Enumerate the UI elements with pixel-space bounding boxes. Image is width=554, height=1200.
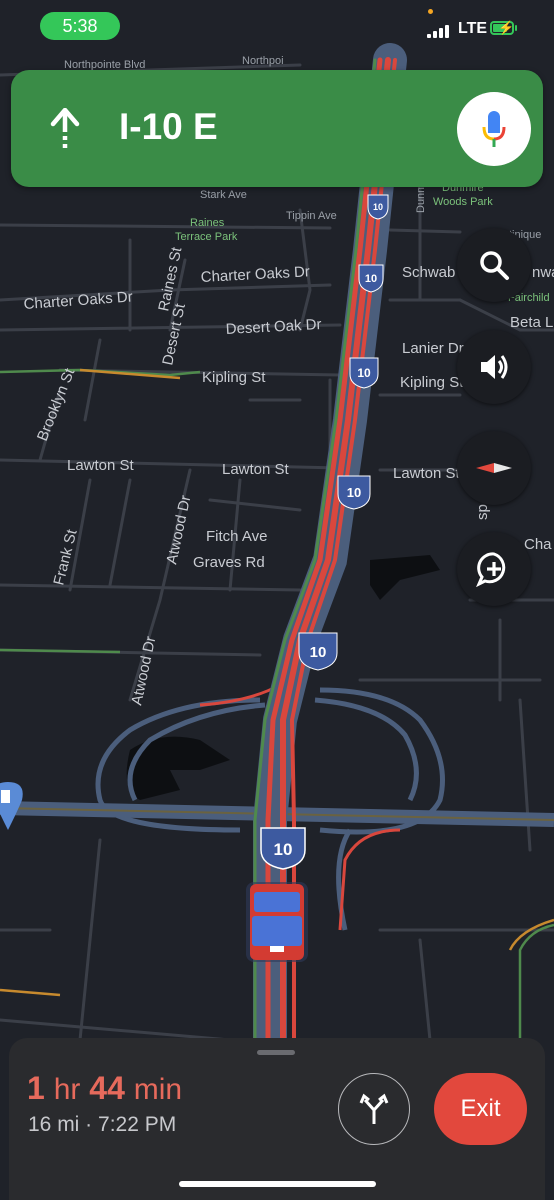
svg-text:Graves Rd: Graves Rd xyxy=(193,554,265,571)
search-button[interactable] xyxy=(457,228,531,302)
svg-text:Northpoi: Northpoi xyxy=(242,55,284,67)
compass-button[interactable] xyxy=(457,431,531,505)
svg-text:sp: sp xyxy=(474,504,491,520)
cellular-signal-icon xyxy=(427,22,453,38)
svg-text:Dunm: Dunm xyxy=(415,184,427,213)
search-icon xyxy=(480,251,509,280)
banner-road-name: I-10 E xyxy=(119,106,218,147)
svg-text:Lanier Dr: Lanier Dr xyxy=(402,340,464,357)
svg-text:Cha: Cha xyxy=(524,536,552,553)
microphone-icon xyxy=(482,111,506,147)
svg-text:Tippin Ave: Tippin Ave xyxy=(286,210,337,222)
trip-duration: 1 hr 44 min xyxy=(27,1070,182,1107)
duration-hours-unit: hr xyxy=(53,1073,81,1106)
battery-charging-icon: ⚡ xyxy=(490,20,514,35)
battery-tip xyxy=(515,25,517,31)
home-indicator[interactable] xyxy=(179,1181,376,1187)
duration-minutes: 44 xyxy=(89,1070,125,1106)
volume-icon xyxy=(481,355,508,379)
sound-button[interactable] xyxy=(457,330,531,404)
svg-text:Stark Ave: Stark Ave xyxy=(200,189,247,201)
sheet-drag-handle[interactable] xyxy=(257,1050,295,1055)
status-bar: 5:38 LTE ⚡ xyxy=(0,0,554,50)
svg-text:Kipling St: Kipling St xyxy=(202,369,266,386)
location-indicator-dot xyxy=(428,9,433,14)
route-fork-icon xyxy=(359,1093,389,1124)
compass-icon xyxy=(476,463,512,473)
svg-text:Raines: Raines xyxy=(190,217,225,229)
voice-search-button[interactable] xyxy=(457,92,531,166)
svg-text:10: 10 xyxy=(357,366,371,380)
straight-arrow-icon xyxy=(50,108,80,148)
trip-summary-sheet[interactable]: 1 hr 44 min 16 mi · 7:22 PM Exit xyxy=(9,1038,545,1200)
svg-text:Lawton St: Lawton St xyxy=(67,457,135,474)
svg-text:10: 10 xyxy=(274,840,293,859)
svg-text:10: 10 xyxy=(373,202,383,212)
svg-text:Woods Park: Woods Park xyxy=(433,196,493,208)
add-report-icon xyxy=(476,552,506,587)
duration-minutes-unit: min xyxy=(133,1073,183,1106)
svg-text:Beta Ln: Beta Ln xyxy=(510,314,554,331)
svg-text:10: 10 xyxy=(347,485,361,500)
svg-text:Terrace Park: Terrace Park xyxy=(175,231,238,243)
network-type: LTE xyxy=(458,20,488,37)
exit-navigation-button[interactable]: Exit xyxy=(434,1073,527,1145)
vehicle-marker xyxy=(246,882,308,962)
svg-text:nwa: nwa xyxy=(532,264,554,281)
navigation-direction-banner[interactable]: I-10 E xyxy=(11,70,543,187)
svg-text:Lawton St: Lawton St xyxy=(222,461,290,478)
duration-hours: 1 xyxy=(27,1070,45,1106)
svg-text:10: 10 xyxy=(310,644,327,661)
status-time[interactable]: 5:38 xyxy=(40,12,120,40)
svg-text:Fitch Ave: Fitch Ave xyxy=(206,528,267,545)
svg-text:10: 10 xyxy=(365,273,377,285)
alternate-routes-button[interactable] xyxy=(338,1073,410,1145)
svg-text:Lawton St: Lawton St xyxy=(393,465,461,482)
trip-distance-arrival: 16 mi · 7:22 PM xyxy=(28,1113,177,1136)
add-report-button[interactable] xyxy=(457,532,531,606)
svg-text:Kipling St: Kipling St xyxy=(400,374,464,391)
